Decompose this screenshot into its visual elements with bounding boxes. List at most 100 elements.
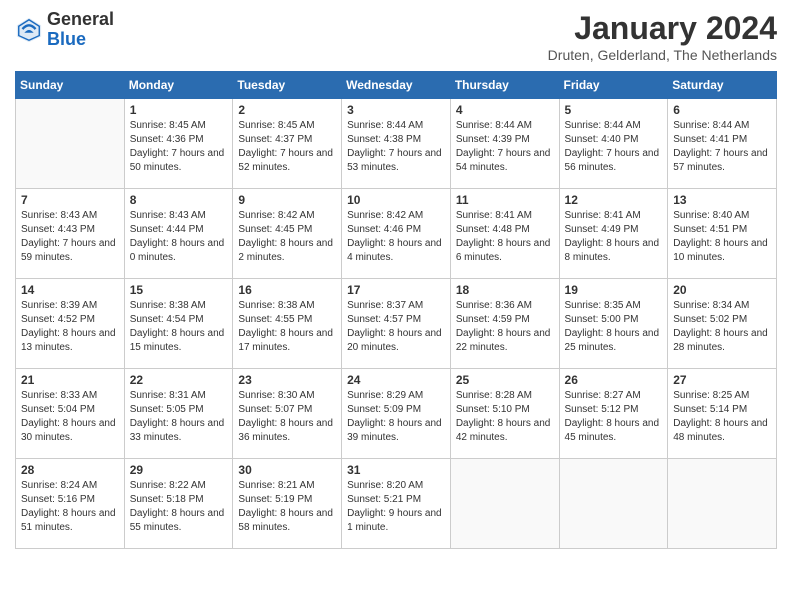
logo: General Blue: [15, 10, 114, 50]
logo-blue: Blue: [47, 30, 114, 50]
calendar-cell: 11Sunrise: 8:41 AMSunset: 4:48 PMDayligh…: [450, 189, 559, 279]
day-number: 18: [456, 283, 554, 297]
day-number: 7: [21, 193, 119, 207]
week-row-5: 28Sunrise: 8:24 AMSunset: 5:16 PMDayligh…: [16, 459, 777, 549]
cell-text: Sunrise: 8:39 AMSunset: 4:52 PMDaylight:…: [21, 300, 116, 353]
calendar-cell: [668, 459, 777, 549]
cell-text: Sunrise: 8:21 AMSunset: 5:19 PMDaylight:…: [238, 480, 333, 533]
logo-icon: [15, 16, 43, 44]
weekday-header-wednesday: Wednesday: [342, 72, 451, 99]
week-row-3: 14 Sunrise: 8:39 AMSunset: 4:52 PMDayligh…: [16, 279, 777, 369]
day-number: 29: [130, 463, 228, 477]
day-number: 22: [130, 373, 228, 387]
location: Druten, Gelderland, The Netherlands: [548, 47, 777, 63]
cell-text: Sunrise: 8:45 AMSunset: 4:37 PMDaylight:…: [238, 120, 333, 173]
day-number: 16: [238, 283, 336, 297]
day-number: 3: [347, 103, 445, 117]
day-number: 25: [456, 373, 554, 387]
calendar-cell: 12 Sunrise: 8:41 AMSunset: 4:49 PMDayligh…: [559, 189, 668, 279]
day-number: 24: [347, 373, 445, 387]
calendar-cell: 13 Sunrise: 8:40 AMSunset: 4:51 PMDayligh…: [668, 189, 777, 279]
title-block: January 2024 Druten, Gelderland, The Net…: [548, 10, 777, 63]
day-number: 8: [130, 193, 228, 207]
weekday-header-monday: Monday: [124, 72, 233, 99]
calendar-cell: 16 Sunrise: 8:38 AMSunset: 4:55 PMDayligh…: [233, 279, 342, 369]
calendar-cell: 17 Sunrise: 8:37 AMSunset: 4:57 PMDayligh…: [342, 279, 451, 369]
cell-text: Sunrise: 8:20 AMSunset: 5:21 PMDaylight:…: [347, 480, 442, 533]
weekday-header-row: SundayMondayTuesdayWednesdayThursdayFrid…: [16, 72, 777, 99]
day-number: 30: [238, 463, 336, 477]
cell-text: Sunrise: 8:29 AMSunset: 5:09 PMDaylight:…: [347, 390, 442, 443]
cell-text: Sunrise: 8:33 AMSunset: 5:04 PMDaylight:…: [21, 390, 116, 443]
weekday-header-thursday: Thursday: [450, 72, 559, 99]
calendar-cell: 23 Sunrise: 8:30 AMSunset: 5:07 PMDayligh…: [233, 369, 342, 459]
calendar-cell: [450, 459, 559, 549]
calendar-cell: 4 Sunrise: 8:44 AMSunset: 4:39 PMDaylight…: [450, 99, 559, 189]
week-row-2: 7 Sunrise: 8:43 AMSunset: 4:43 PMDaylight…: [16, 189, 777, 279]
calendar-cell: 19 Sunrise: 8:35 AMSunset: 5:00 PMDayligh…: [559, 279, 668, 369]
cell-text: Sunrise: 8:43 AMSunset: 4:44 PMDaylight:…: [130, 210, 225, 263]
day-number: 19: [565, 283, 663, 297]
cell-text: Sunrise: 8:38 AMSunset: 4:54 PMDaylight:…: [130, 300, 225, 353]
day-number: 11: [456, 193, 554, 207]
calendar-cell: 26 Sunrise: 8:27 AMSunset: 5:12 PMDayligh…: [559, 369, 668, 459]
week-row-4: 21Sunrise: 8:33 AMSunset: 5:04 PMDayligh…: [16, 369, 777, 459]
weekday-header-tuesday: Tuesday: [233, 72, 342, 99]
week-row-1: 1Sunrise: 8:45 AMSunset: 4:36 PMDaylight…: [16, 99, 777, 189]
cell-text: Sunrise: 8:43 AMSunset: 4:43 PMDaylight:…: [21, 210, 116, 263]
calendar-cell: 5 Sunrise: 8:44 AMSunset: 4:40 PMDaylight…: [559, 99, 668, 189]
calendar-cell: 8 Sunrise: 8:43 AMSunset: 4:44 PMDaylight…: [124, 189, 233, 279]
calendar-cell: 29Sunrise: 8:22 AMSunset: 5:18 PMDayligh…: [124, 459, 233, 549]
month-title: January 2024: [548, 10, 777, 47]
day-number: 10: [347, 193, 445, 207]
cell-text: Sunrise: 8:27 AMSunset: 5:12 PMDaylight:…: [565, 390, 660, 443]
day-number: 28: [21, 463, 119, 477]
day-number: 5: [565, 103, 663, 117]
cell-text: Sunrise: 8:42 AMSunset: 4:46 PMDaylight:…: [347, 210, 442, 263]
cell-text: Sunrise: 8:35 AMSunset: 5:00 PMDaylight:…: [565, 300, 660, 353]
calendar-cell: [559, 459, 668, 549]
cell-text: Sunrise: 8:42 AMSunset: 4:45 PMDaylight:…: [238, 210, 333, 263]
cell-text: Sunrise: 8:44 AMSunset: 4:40 PMDaylight:…: [565, 120, 660, 173]
weekday-header-friday: Friday: [559, 72, 668, 99]
day-number: 14: [21, 283, 119, 297]
calendar-cell: 28Sunrise: 8:24 AMSunset: 5:16 PMDayligh…: [16, 459, 125, 549]
calendar-cell: 3 Sunrise: 8:44 AMSunset: 4:38 PMDaylight…: [342, 99, 451, 189]
day-number: 12: [565, 193, 663, 207]
weekday-header-saturday: Saturday: [668, 72, 777, 99]
cell-text: Sunrise: 8:44 AMSunset: 4:39 PMDaylight:…: [456, 120, 551, 173]
cell-text: Sunrise: 8:41 AMSunset: 4:49 PMDaylight:…: [565, 210, 660, 263]
calendar-cell: 21Sunrise: 8:33 AMSunset: 5:04 PMDayligh…: [16, 369, 125, 459]
day-number: 13: [673, 193, 771, 207]
day-number: 17: [347, 283, 445, 297]
day-number: 26: [565, 373, 663, 387]
calendar-cell: 24 Sunrise: 8:29 AMSunset: 5:09 PMDayligh…: [342, 369, 451, 459]
calendar-cell: 15Sunrise: 8:38 AMSunset: 4:54 PMDayligh…: [124, 279, 233, 369]
calendar-cell: 6Sunrise: 8:44 AMSunset: 4:41 PMDaylight…: [668, 99, 777, 189]
calendar-cell: 7 Sunrise: 8:43 AMSunset: 4:43 PMDaylight…: [16, 189, 125, 279]
page-header: General Blue January 2024 Druten, Gelder…: [15, 10, 777, 63]
logo-general: General: [47, 10, 114, 30]
cell-text: Sunrise: 8:30 AMSunset: 5:07 PMDaylight:…: [238, 390, 333, 443]
day-number: 20: [673, 283, 771, 297]
calendar-cell: 30 Sunrise: 8:21 AMSunset: 5:19 PMDayligh…: [233, 459, 342, 549]
calendar-cell: 22Sunrise: 8:31 AMSunset: 5:05 PMDayligh…: [124, 369, 233, 459]
cell-text: Sunrise: 8:37 AMSunset: 4:57 PMDaylight:…: [347, 300, 442, 353]
day-number: 2: [238, 103, 336, 117]
calendar-cell: 31Sunrise: 8:20 AMSunset: 5:21 PMDayligh…: [342, 459, 451, 549]
day-number: 4: [456, 103, 554, 117]
calendar-cell: 20 Sunrise: 8:34 AMSunset: 5:02 PMDayligh…: [668, 279, 777, 369]
day-number: 23: [238, 373, 336, 387]
calendar-cell: 27 Sunrise: 8:25 AMSunset: 5:14 PMDayligh…: [668, 369, 777, 459]
cell-text: Sunrise: 8:44 AMSunset: 4:38 PMDaylight:…: [347, 120, 442, 173]
cell-text: Sunrise: 8:36 AMSunset: 4:59 PMDaylight:…: [456, 300, 551, 353]
cell-text: Sunrise: 8:34 AMSunset: 5:02 PMDaylight:…: [673, 300, 768, 353]
cell-text: Sunrise: 8:25 AMSunset: 5:14 PMDaylight:…: [673, 390, 768, 443]
cell-text: Sunrise: 8:40 AMSunset: 4:51 PMDaylight:…: [673, 210, 768, 263]
calendar-cell: 25Sunrise: 8:28 AMSunset: 5:10 PMDayligh…: [450, 369, 559, 459]
day-number: 9: [238, 193, 336, 207]
day-number: 6: [673, 103, 771, 117]
day-number: 27: [673, 373, 771, 387]
calendar-cell: 9 Sunrise: 8:42 AMSunset: 4:45 PMDaylight…: [233, 189, 342, 279]
cell-text: Sunrise: 8:38 AMSunset: 4:55 PMDaylight:…: [238, 300, 333, 353]
